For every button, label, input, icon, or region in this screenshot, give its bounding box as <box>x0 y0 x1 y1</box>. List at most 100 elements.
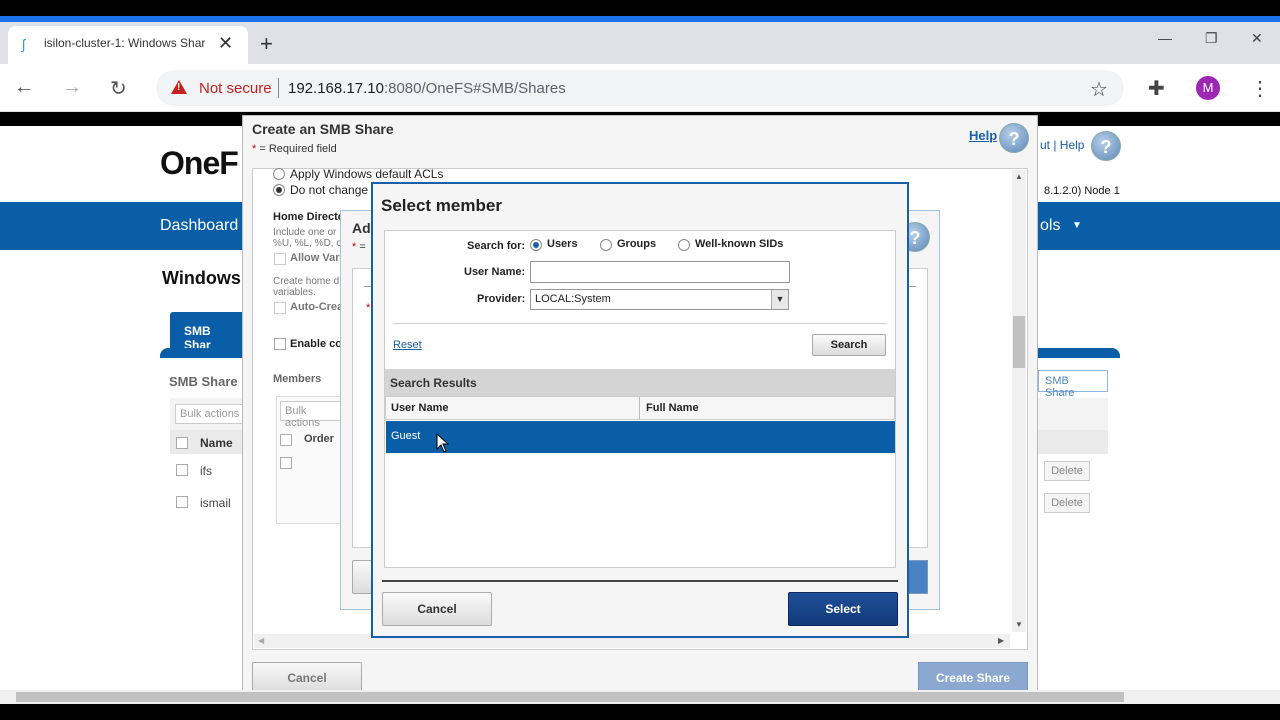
results-column-header <box>385 396 895 420</box>
result-row-selected[interactable] <box>386 421 895 453</box>
chevron-down-icon: ▼ <box>1072 220 1082 231</box>
enable-continuous-checkbox[interactable] <box>274 338 286 350</box>
new-tab-icon[interactable]: + <box>260 31 273 57</box>
search-groups-radio[interactable] <box>600 239 612 251</box>
address-divider <box>278 78 279 98</box>
chevron-down-icon[interactable]: ▼ <box>771 290 788 309</box>
provider-label: Provider: <box>477 293 526 305</box>
minimize-icon[interactable]: — <box>1158 30 1172 46</box>
enable-continuous-label: Enable co <box>290 338 342 350</box>
url-text[interactable]: 192.168.17.10:8080/OneFS#SMB/Shares <box>288 80 566 97</box>
select-all-checkbox[interactable] <box>176 437 188 449</box>
menu-tools[interactable]: ols <box>1040 217 1060 235</box>
forward-arrow-icon[interactable]: → <box>62 76 82 99</box>
members-bulk-select[interactable]: Bulk actions <box>280 401 344 429</box>
allow-variable-checkbox[interactable] <box>274 253 286 265</box>
page-title: Windows <box>162 268 241 288</box>
help-icon[interactable]: ? <box>1091 131 1121 161</box>
tab-smb-shares[interactable]: SMB Shar <box>170 312 250 352</box>
onefs-logo: OneF <box>160 145 239 181</box>
required-note: * = Required field <box>252 143 337 155</box>
select-member-title: Select member <box>381 196 502 215</box>
scroll-right-icon[interactable]: ▶ <box>998 636 1004 645</box>
cancel-button[interactable]: Cancel <box>382 592 492 626</box>
back-arrow-icon[interactable]: ← <box>14 76 34 99</box>
window-close-icon[interactable]: ✕ <box>1251 30 1263 47</box>
bookmark-star-icon[interactable]: ☆ <box>1090 77 1108 102</box>
create-cancel-button[interactable]: Cancel <box>252 662 362 692</box>
top-edge <box>0 0 1280 16</box>
scroll-down-icon[interactable]: ▼ <box>1015 620 1023 629</box>
mouse-cursor-icon <box>436 433 450 453</box>
column-user-name[interactable]: User Name <box>391 402 448 414</box>
allow-variable-label: Allow Var <box>290 252 340 264</box>
column-full-name[interactable]: Full Name <box>646 402 699 414</box>
column-divider[interactable] <box>639 397 640 419</box>
section-label: SMB Share <box>169 374 238 389</box>
page-scroll-thumb[interactable] <box>16 692 1124 702</box>
search-groups-label[interactable]: Groups <box>617 238 656 250</box>
auto-create-label: Auto-Crea <box>290 301 344 313</box>
members-label: Members <box>273 373 322 385</box>
acl-do-not-change-radio[interactable] <box>273 184 285 196</box>
search-results-header: Search Results <box>385 369 895 396</box>
required-note-text: = Required field <box>259 143 337 155</box>
add-member-title: Ad <box>352 220 371 236</box>
url-host: 192.168.17.10 <box>288 80 384 97</box>
search-users-label[interactable]: Users <box>547 238 578 250</box>
search-sids-radio[interactable] <box>678 239 690 251</box>
extensions-puzzle-icon[interactable]: ✚ <box>1148 76 1165 101</box>
acl-do-not-change-label: Do not change <box>290 183 369 197</box>
create-home-hint: variables. <box>273 287 316 298</box>
menu-dashboard[interactable]: Dashboard <box>160 217 238 235</box>
row-checkbox[interactable] <box>176 464 188 476</box>
provider-select[interactable]: LOCAL:System <box>530 289 789 310</box>
create-share-submit-button[interactable]: Create Share <box>918 662 1028 692</box>
url-path: :8080/OneFS#SMB/Shares <box>383 80 566 97</box>
members-order-header: Order <box>304 433 334 445</box>
close-tab-icon[interactable]: ✕ <box>218 33 233 54</box>
row-name[interactable]: ifs <box>200 464 212 478</box>
node-info: 8.1.2.0) Node 1 <box>1044 185 1120 197</box>
column-name-header: Name <box>200 436 233 450</box>
row-name[interactable]: ismail <box>200 496 231 510</box>
browser-menu-icon[interactable]: ⋮ <box>1250 76 1270 101</box>
tab-title: isilon-cluster-1: Windows Shares <box>44 36 206 50</box>
divider <box>393 323 887 324</box>
search-sids-label[interactable]: Well-known SIDs <box>695 238 783 250</box>
acl-default-radio[interactable] <box>273 168 285 180</box>
footer-divider <box>382 580 898 582</box>
auto-create-checkbox[interactable] <box>274 302 286 314</box>
help-icon[interactable]: ? <box>999 123 1029 153</box>
create-dialog-title: Create an SMB Share <box>252 121 394 137</box>
search-button[interactable]: Search <box>812 334 886 356</box>
home-dir-hint: Include one or <box>273 227 337 238</box>
search-for-label: Search for: <box>467 240 526 252</box>
user-name-label: User Name: <box>464 266 526 278</box>
select-button[interactable]: Select <box>788 592 898 626</box>
site-favicon-icon: ʃ <box>22 36 26 52</box>
create-share-button[interactable]: SMB Share <box>1038 370 1108 399</box>
help-link[interactable]: Help <box>969 128 997 143</box>
delete-button[interactable]: Delete <box>1044 493 1090 513</box>
home-dir-hint: %U, %L, %D, c <box>273 238 342 249</box>
scroll-thumb[interactable] <box>1013 316 1025 368</box>
search-users-radio[interactable] <box>530 239 542 251</box>
home-dir-label: Home Directo <box>273 211 345 223</box>
header-links[interactable]: ut | Help <box>1040 138 1084 152</box>
row-checkbox[interactable] <box>176 496 188 508</box>
profile-avatar[interactable]: M <box>1196 76 1220 100</box>
member-row-checkbox[interactable] <box>280 457 292 469</box>
not-secure-label[interactable]: Not secure <box>199 80 272 97</box>
scroll-up-icon[interactable]: ▲ <box>1015 172 1023 181</box>
delete-button[interactable]: Delete <box>1044 461 1090 481</box>
reload-icon[interactable]: ↻ <box>110 76 127 101</box>
reset-link[interactable]: Reset <box>393 339 422 351</box>
add-member-required: * = <box>352 241 366 253</box>
scroll-left-icon[interactable]: ◀ <box>258 636 264 645</box>
user-name-input[interactable] <box>530 261 790 283</box>
vertical-scrollbar[interactable] <box>1012 170 1026 632</box>
result-user-name[interactable]: Guest <box>391 430 420 442</box>
members-select-all-checkbox[interactable] <box>280 434 292 446</box>
restore-icon[interactable]: ❐ <box>1205 30 1218 47</box>
